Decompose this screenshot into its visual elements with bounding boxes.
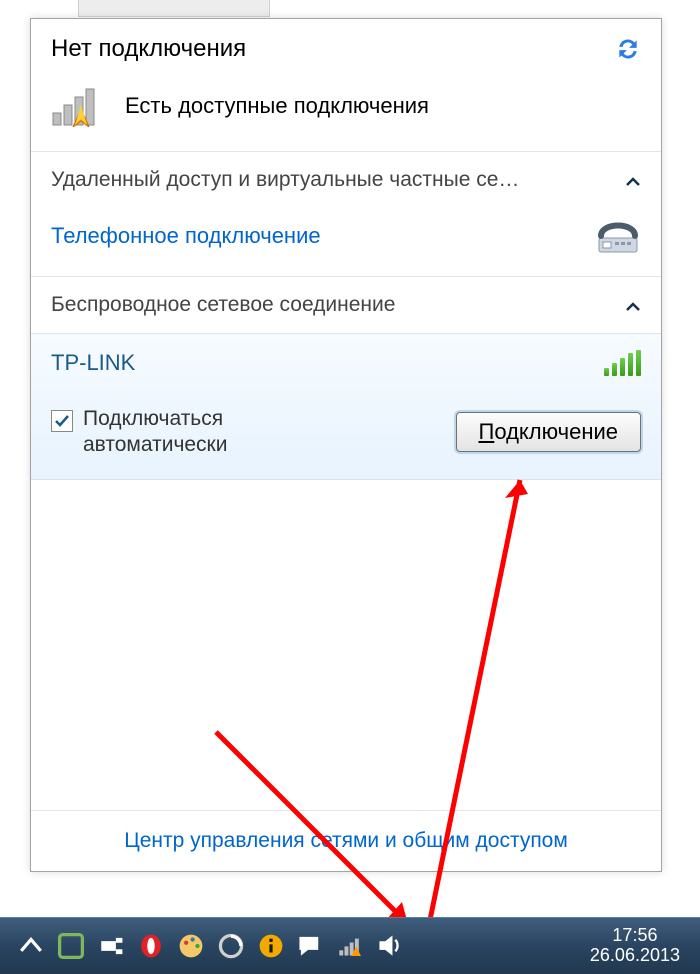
section-wireless-title: Беспроводное сетевое соединение — [51, 293, 395, 317]
empty-network-list-area — [31, 480, 661, 780]
section-wireless[interactable]: Беспроводное сетевое соединение — [31, 277, 661, 333]
taskbar-clock[interactable]: 17:56 26.06.2013 — [576, 926, 694, 966]
phone-modem-icon — [595, 216, 641, 256]
available-connections-label: Есть доступные подключения — [125, 93, 429, 119]
tray-app-icon[interactable] — [58, 933, 84, 959]
chevron-up-icon — [625, 297, 641, 313]
network-sharing-center-link[interactable]: Центр управления сетями и общим доступом — [124, 829, 568, 852]
tray-up-arrow[interactable] — [18, 933, 44, 959]
tray-power-icon[interactable] — [98, 933, 124, 959]
clock-time: 17:56 — [590, 926, 680, 946]
taskbar: 17:56 26.06.2013 — [0, 917, 700, 974]
section-remote-vpn[interactable]: Удаленный доступ и виртуальные частные с… — [31, 152, 661, 208]
flyout-title: Нет подключения — [51, 35, 246, 63]
tray-network-icon[interactable] — [338, 933, 364, 959]
clock-date: 26.06.2013 — [590, 946, 680, 966]
network-center-footer: Центр управления сетями и общим доступом — [31, 810, 661, 871]
wifi-network-item-selected[interactable]: TP-LINK Подключаться автоматически Подкл… — [31, 333, 661, 480]
section-remote-title: Удаленный доступ и виртуальные частные с… — [51, 168, 519, 192]
dial-connection-row[interactable]: Телефонное подключение — [31, 208, 661, 276]
signal-with-alert-icon — [51, 85, 105, 127]
background-window-tab — [78, 0, 270, 17]
tray-volume-icon[interactable] — [378, 933, 404, 959]
network-flyout: Нет подключения Есть доступные подключен… — [30, 18, 662, 872]
tray-action-center-icon[interactable] — [298, 933, 324, 959]
wifi-network-name: TP-LINK — [51, 350, 135, 376]
tray-palette-icon[interactable] — [178, 933, 204, 959]
tray-info-icon[interactable] — [258, 933, 284, 959]
refresh-button[interactable] — [615, 36, 641, 62]
auto-connect-checkbox[interactable] — [51, 410, 73, 432]
available-connections-row: Есть доступные подключения — [31, 67, 661, 151]
auto-connect-label: Подключаться автоматически — [83, 406, 323, 459]
tray-opera-icon[interactable] — [138, 933, 164, 959]
connect-button[interactable]: Подключение — [456, 412, 642, 452]
dial-connection-link[interactable]: Телефонное подключение — [51, 223, 321, 249]
signal-strength-icon — [604, 350, 641, 376]
tray-sync-icon[interactable] — [218, 933, 244, 959]
chevron-up-icon — [625, 172, 641, 188]
